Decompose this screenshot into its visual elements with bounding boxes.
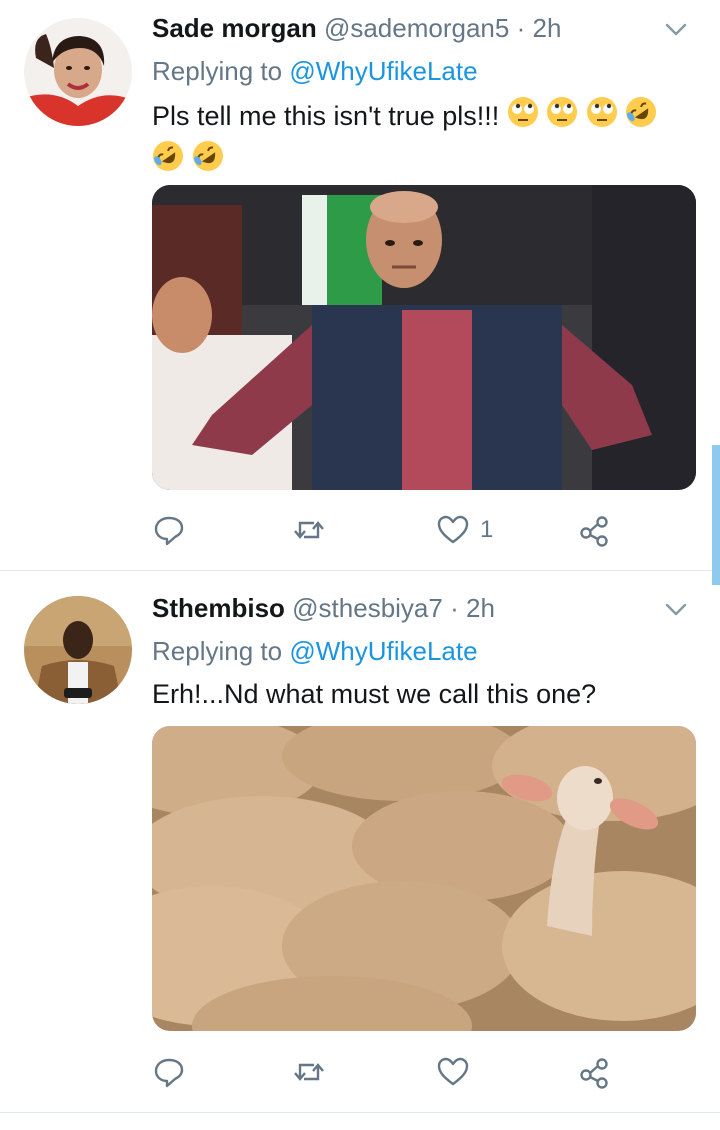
rofl-emoji-icon (153, 140, 183, 171)
share-button[interactable] (578, 510, 612, 550)
tweet-header: Sade morgan @sademorgan5 · 2h (152, 12, 561, 44)
share-button[interactable] (578, 1052, 612, 1092)
tweet-text-body: Pls tell me this isn't true pls!!! (152, 101, 500, 131)
tweet[interactable]: Sthembiso @sthesbiya7 · 2h Replying to @… (0, 572, 720, 1112)
tweet[interactable]: Sade morgan @sademorgan5 · 2h Replying t… (0, 0, 720, 570)
tweet-text-body: Erh!...Nd what must we call this one? (152, 679, 597, 709)
tweet-text: Erh!...Nd what must we call this one? (152, 674, 702, 714)
retweet-button[interactable] (292, 1052, 326, 1092)
rolling-eyes-emoji-icon (586, 97, 617, 128)
replying-prefix: Replying to (152, 636, 283, 666)
chevron-down-icon[interactable] (662, 16, 690, 44)
share-icon (580, 516, 608, 547)
rofl-emoji-icon (626, 97, 657, 128)
tweet-divider (0, 570, 720, 571)
rofl-emoji-icon (192, 140, 223, 171)
tweet-actions: 1 (152, 510, 622, 550)
user-handle[interactable]: @sademorgan5 (324, 13, 509, 43)
reply-button[interactable] (152, 510, 186, 550)
replying-to: Replying to @WhyUfikeLate (152, 635, 478, 667)
retweet-button[interactable] (292, 510, 326, 550)
tweet-media-image[interactable] (152, 185, 696, 490)
reply-icon (154, 1058, 184, 1088)
retweet-icon (294, 1063, 324, 1081)
user-handle[interactable]: @sthesbiya7 (292, 593, 443, 623)
tweet-media-image[interactable] (152, 726, 696, 1031)
tweet-actions (152, 1052, 622, 1092)
like-button[interactable] (436, 1052, 480, 1092)
share-icon (580, 1058, 608, 1089)
display-name[interactable]: Sade morgan (152, 13, 317, 43)
heart-icon (437, 1057, 469, 1086)
tweet-text: Pls tell me this isn't true pls!!! (152, 96, 702, 183)
reply-icon (154, 516, 184, 546)
separator: · (450, 593, 459, 623)
timestamp[interactable]: 2h (466, 593, 495, 623)
mention-link[interactable]: @WhyUfikeLate (289, 636, 477, 666)
scrollbar[interactable] (712, 445, 720, 585)
emoji-group (507, 96, 658, 139)
avatar[interactable] (24, 596, 132, 704)
heart-icon (437, 515, 469, 544)
replying-to: Replying to @WhyUfikeLate (152, 55, 478, 87)
like-count: 1 (480, 516, 494, 543)
tweet-divider (0, 1112, 720, 1113)
avatar[interactable] (24, 18, 132, 126)
retweet-icon (294, 521, 324, 539)
mention-link[interactable]: @WhyUfikeLate (289, 56, 477, 86)
like-button[interactable]: 1 (436, 510, 493, 550)
tweet-header: Sthembiso @sthesbiya7 · 2h (152, 592, 495, 624)
separator: · (516, 13, 526, 43)
reply-button[interactable] (152, 1052, 186, 1092)
rolling-eyes-emoji-icon (507, 97, 538, 128)
display-name[interactable]: Sthembiso (152, 593, 285, 623)
chevron-down-icon[interactable] (662, 596, 690, 624)
timestamp[interactable]: 2h (532, 13, 561, 43)
rolling-eyes-emoji-icon (547, 97, 578, 128)
emoji-group (152, 140, 224, 183)
replying-prefix: Replying to (152, 56, 283, 86)
